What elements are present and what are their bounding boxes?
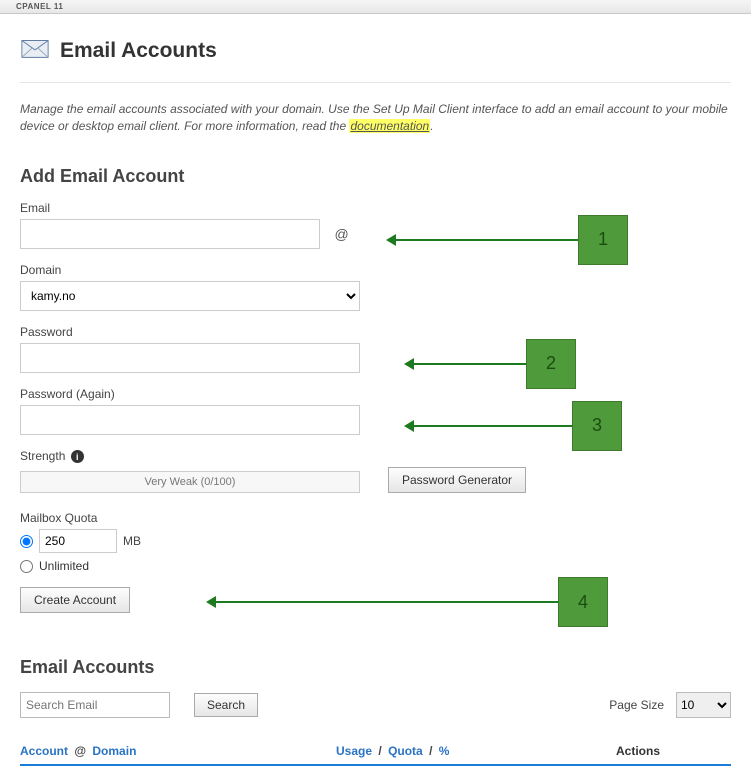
strength-label-text: Strength	[20, 449, 65, 463]
quota-size-input[interactable]	[39, 529, 117, 553]
quota-label: Mailbox Quota	[20, 511, 731, 525]
quota-unit: MB	[123, 534, 141, 548]
col-pct-link[interactable]: %	[439, 744, 450, 758]
annotation-4: 4	[210, 577, 608, 627]
email-input[interactable]	[20, 219, 320, 249]
brand-text: CPANEL 11	[16, 2, 63, 11]
quota-unlimited-radio[interactable]	[20, 560, 33, 573]
email-label: Email	[20, 201, 731, 215]
quota-field-row: Mailbox Quota MB Unlimited	[20, 511, 731, 573]
info-icon[interactable]: i	[71, 450, 84, 463]
page-size-select[interactable]: 10	[676, 692, 731, 718]
documentation-link[interactable]: documentation	[349, 119, 430, 133]
top-bar: CPANEL 11	[0, 0, 751, 14]
password-label: Password	[20, 325, 731, 339]
arrow-icon	[408, 425, 572, 427]
strength-field-row: Strength i Very Weak (0/100) Password Ge…	[20, 449, 731, 494]
annotation-number: 1	[578, 215, 628, 265]
annotation-number: 3	[572, 401, 622, 451]
accounts-section: Email Accounts Search Page Size 10 Accou…	[20, 657, 731, 766]
create-account-button[interactable]: Create Account	[20, 587, 130, 613]
annotation-number: 4	[558, 577, 608, 627]
search-row: Search Page Size 10	[20, 692, 731, 718]
col-sep-2: /	[429, 744, 432, 758]
col-at: @	[74, 744, 86, 758]
create-button-row: Create Account 4	[20, 587, 731, 613]
arrow-icon	[408, 363, 526, 365]
password-again-field-row: Password (Again) 3	[20, 387, 731, 435]
envelope-icon	[20, 34, 50, 67]
add-account-heading: Add Email Account	[20, 166, 731, 187]
strength-meter: Very Weak (0/100)	[20, 471, 360, 493]
page-body: Email Accounts Manage the email accounts…	[0, 14, 751, 766]
col-actions: Actions	[616, 744, 731, 758]
at-sign: @	[334, 226, 348, 242]
annotation-1: 1	[390, 215, 628, 265]
strength-label: Strength i	[20, 449, 731, 464]
page-header: Email Accounts	[20, 34, 731, 83]
arrow-icon	[210, 601, 558, 603]
col-usage-link[interactable]: Usage	[336, 744, 372, 758]
intro-text-b: .	[430, 119, 433, 133]
email-field-row: Email @ 1	[20, 201, 731, 249]
col-sep-1: /	[378, 744, 381, 758]
domain-select[interactable]: kamy.no	[20, 281, 360, 311]
page-size-label: Page Size	[609, 698, 664, 712]
accounts-heading: Email Accounts	[20, 657, 731, 678]
arrow-icon	[390, 239, 578, 241]
col-quota-link[interactable]: Quota	[388, 744, 423, 758]
password-input[interactable]	[20, 343, 360, 373]
search-button[interactable]: Search	[194, 693, 258, 717]
accounts-table-header: Account @ Domain Usage / Quota / % Actio…	[20, 744, 731, 766]
quota-size-radio[interactable]	[20, 535, 33, 548]
password-again-label: Password (Again)	[20, 387, 731, 401]
col-account-link[interactable]: Account	[20, 744, 68, 758]
search-email-input[interactable]	[20, 692, 170, 718]
domain-label: Domain	[20, 263, 731, 277]
intro-text: Manage the email accounts associated wit…	[20, 101, 731, 136]
domain-field-row: Domain kamy.no	[20, 263, 731, 311]
col-domain-link[interactable]: Domain	[92, 744, 136, 758]
password-field-row: Password 2	[20, 325, 731, 373]
annotation-3: 3	[408, 401, 622, 451]
password-again-input[interactable]	[20, 405, 360, 435]
annotation-number: 2	[526, 339, 576, 389]
quota-unlimited-label: Unlimited	[39, 559, 89, 573]
password-generator-button[interactable]: Password Generator	[388, 467, 526, 493]
annotation-2: 2	[408, 339, 576, 389]
page-title: Email Accounts	[60, 39, 217, 63]
